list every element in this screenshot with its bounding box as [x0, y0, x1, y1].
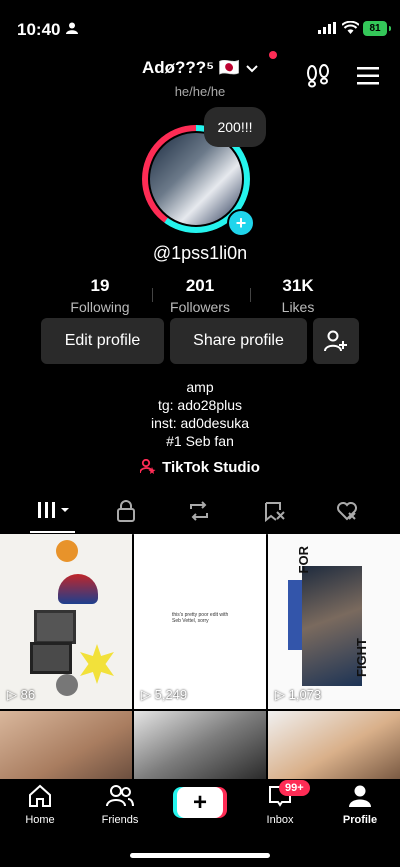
stat-label: Likes — [281, 299, 315, 315]
note-bubble[interactable]: 200!!! — [204, 107, 266, 147]
sticker-moon — [56, 674, 78, 696]
tv-image — [30, 642, 72, 674]
profile-icon — [349, 785, 371, 807]
signal-icon — [318, 22, 336, 34]
tab-private[interactable] — [117, 500, 135, 527]
view-count-value: 1,073 — [288, 687, 322, 702]
video-thumbnail[interactable] — [0, 711, 132, 779]
bio-line: #1 Seb fan — [166, 433, 234, 449]
nav-label: Home — [25, 814, 55, 826]
liked-icon — [337, 502, 357, 521]
view-count: ▷ 86 — [7, 687, 36, 702]
bio-line: amp — [186, 379, 214, 395]
video-thumbnail[interactable]: ▷ 86 — [0, 534, 132, 709]
person-icon — [66, 22, 78, 34]
tiktok-studio-link[interactable]: TikTok Studio — [0, 458, 400, 476]
stat-label: Following — [70, 299, 130, 315]
sticker-orange — [56, 540, 78, 562]
stat-following[interactable]: 19 Following — [45, 276, 155, 315]
profile-handle: @1pss1li0n — [152, 243, 248, 263]
video-thumbnail[interactable] — [134, 711, 266, 779]
video-thumbnail[interactable]: FOR FIGHT ▷ 1,073 — [268, 534, 400, 709]
bio-line: inst: ad0desuka — [150, 415, 250, 431]
tab-favorites[interactable] — [264, 500, 286, 527]
nav-profile[interactable]: Profile — [325, 784, 395, 826]
view-count-value: 86 — [20, 687, 36, 702]
grid-icon — [38, 502, 69, 518]
lock-icon — [117, 500, 135, 522]
view-count-value: 5,249 — [154, 687, 188, 702]
studio-icon — [139, 458, 156, 474]
tab-reposts[interactable] — [188, 500, 210, 527]
add-avatar-button[interactable]: + — [227, 209, 255, 237]
edit-profile-button[interactable]: Edit profile — [41, 318, 164, 364]
username-subtitle: he/he/he — [174, 84, 226, 99]
chevron-down-icon — [246, 65, 258, 73]
stat-value: 201 — [185, 276, 215, 295]
view-count: ▷ 5,249 — [141, 687, 188, 702]
menu-icon[interactable] — [357, 67, 379, 85]
active-tab-indicator — [30, 531, 75, 533]
footprint-icon[interactable] — [305, 64, 331, 88]
helmet-image — [58, 574, 98, 604]
video-thumbnail[interactable] — [268, 711, 400, 779]
bio-line: tg: ado28plus — [157, 397, 243, 413]
share-profile-button[interactable]: Share profile — [170, 318, 307, 364]
stat-followers[interactable]: 201 Followers — [145, 276, 255, 315]
username-switcher[interactable]: Adø???⁵ 🇯🇵 — [0, 58, 400, 78]
nav-home[interactable]: Home — [5, 784, 75, 826]
home-indicator — [130, 853, 270, 858]
friends-icon — [106, 785, 134, 807]
studio-label: TikTok Studio — [162, 459, 260, 476]
nav-label: Inbox — [266, 814, 294, 826]
notification-dot — [269, 51, 277, 59]
username: Adø???⁵ 🇯🇵 — [141, 58, 241, 77]
inbox-badge: 99+ — [279, 780, 310, 796]
repost-icon — [190, 501, 208, 521]
photo — [302, 566, 362, 686]
nav-label: Profile — [342, 814, 378, 826]
poster-text-bottom: FIGHT — [354, 638, 369, 677]
tab-videos[interactable] — [37, 500, 71, 525]
tab-liked[interactable] — [336, 500, 358, 527]
poster-text-top: FOR — [296, 546, 311, 574]
stat-label: Followers — [170, 299, 230, 315]
video-thumbnail[interactable]: this's pretty poor edit with Seb Vettel,… — [134, 534, 266, 709]
nav-friends[interactable]: Friends — [85, 784, 155, 826]
wifi-icon — [342, 21, 359, 34]
status-time: 10:40 — [17, 20, 61, 39]
battery-indicator: 81 — [363, 21, 391, 36]
stat-value: 31K — [282, 276, 314, 295]
view-count: ▷ 1,073 — [275, 687, 322, 702]
video-grid: ▷ 86 this's pretty poor edit with Seb Ve… — [0, 534, 400, 779]
add-person-icon — [324, 330, 347, 352]
home-icon — [29, 784, 51, 807]
sticker-star — [80, 644, 114, 684]
stat-likes[interactable]: 31K Likes — [243, 276, 353, 315]
video-caption: this's pretty poor edit with Seb Vettel,… — [172, 612, 229, 624]
nav-label: Friends — [101, 814, 139, 826]
tv-image — [34, 610, 76, 644]
create-button[interactable]: + — [177, 787, 223, 818]
add-friends-button[interactable] — [313, 318, 359, 364]
favorites-icon — [265, 502, 285, 523]
stat-value: 19 — [90, 276, 110, 295]
